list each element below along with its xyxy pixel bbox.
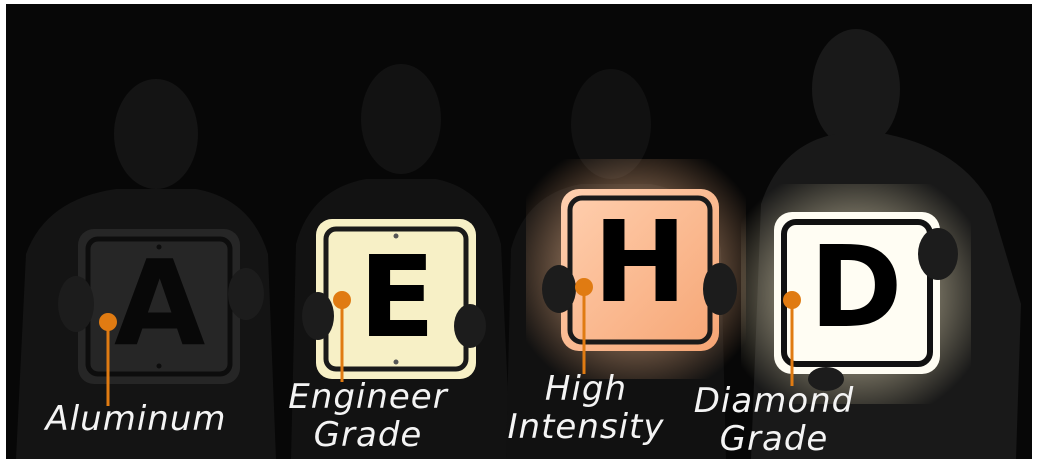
sign-letter-h: H: [593, 198, 687, 328]
caption-line: Diamond: [693, 381, 855, 421]
caption-line: Aluminum: [45, 399, 227, 439]
caption-aluminum: Aluminum: [26, 400, 246, 438]
caption-engineer-grade: Engineer Grade: [268, 378, 468, 454]
reflective-sign-photo: A E H D Aluminum Engineer Grade High Int…: [6, 4, 1032, 459]
caption-diamond-grade: Diamond Grade: [674, 382, 874, 458]
caption-line: Grade: [313, 415, 423, 455]
caption-line: Engineer: [288, 377, 448, 417]
caption-line: Grade: [719, 419, 829, 459]
caption-high-intensity: High Intensity: [496, 370, 676, 446]
caption-line: High: [544, 369, 628, 409]
sign-letter-e: E: [358, 233, 436, 363]
caption-line: Intensity: [507, 407, 665, 447]
sign-letter-a: A: [114, 234, 206, 372]
sign-letter-d: D: [809, 223, 903, 353]
